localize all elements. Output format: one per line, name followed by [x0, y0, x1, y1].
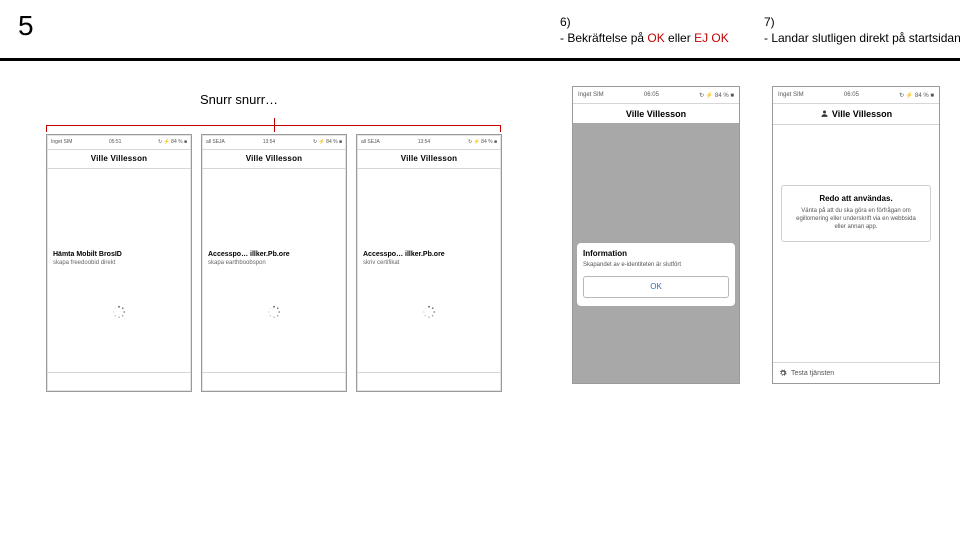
phone-loading-2: all SEJA 13:54 ↻ ⚡ 84 % ■ Ville Villesso… [201, 134, 347, 392]
loading-block: Hämta Mobilt BrosID skapa freedoobid dir… [53, 251, 185, 266]
loading-title: Accesspo… illker.Pb.ore [208, 251, 340, 258]
modal-body: Skapandet av e-identiteten är slutfört [583, 262, 729, 268]
status-bar: all SEJA 13:54 ↻ ⚡ 84 % ■ [357, 135, 501, 150]
loading-title: Hämta Mobilt BrosID [53, 251, 185, 258]
phone-title: Ville Villesson [573, 104, 739, 125]
spinner-icon [422, 305, 436, 319]
spinner-icon [267, 305, 281, 319]
status-bar: Inget SIM 05:51 ↻ ⚡ 84 % ■ [47, 135, 191, 150]
slide: 5 6) - Bekräftelse på OK eller EJ OK 7) … [0, 0, 960, 540]
ready-card: Redo att användas. Vänta på att du ska g… [781, 185, 931, 242]
step7-num: 7) [764, 15, 775, 29]
loading-block: Accesspo… illker.Pb.ore skriv certifikat [363, 251, 495, 266]
phone-step7: Inget SIM 06:05 ↻ ⚡ 84 % ■ Ville Villess… [772, 86, 940, 384]
modal-backdrop: Information Skapandet av e-identiteten ä… [573, 123, 739, 383]
bracket [46, 118, 501, 132]
loading-sub: skapa freedoobid direkt [53, 260, 185, 266]
snurr-label: Snurr snurr… [200, 92, 278, 107]
phone-title: Ville Villesson [773, 104, 939, 125]
step6-mid: eller [665, 31, 694, 45]
step7-text: - Landar slutligen direkt på startsidan [764, 31, 960, 45]
status-bar: Inget SIM 06:05 ↻ ⚡ 84 % ■ [573, 87, 739, 104]
step7-heading: 7) - Landar slutligen direkt på startsid… [764, 14, 960, 46]
phone-title: Ville Villesson [47, 150, 191, 169]
step6-ok: OK [647, 31, 664, 45]
clock: 13:54 [418, 139, 431, 145]
loading-sub: skriv certifikat [363, 260, 495, 266]
carrier: all SEJA [361, 139, 380, 145]
loading-title: Accesspo… illker.Pb.ore [363, 251, 495, 258]
phone-step6: Inget SIM 06:05 ↻ ⚡ 84 % ■ Ville Villess… [572, 86, 740, 384]
battery: ↻ ⚡ 84 % ■ [313, 139, 342, 145]
step6-heading: 6) - Bekräftelse på OK eller EJ OK [560, 14, 760, 46]
phone-footer [357, 372, 501, 391]
step6-text-before: - Bekräftelse på [560, 31, 647, 45]
carrier: Inget SIM [51, 139, 72, 145]
loading-block: Accesspo… illker.Pb.ore skapa earthboobs… [208, 251, 340, 266]
battery: ↻ ⚡ 84 % ■ [899, 92, 934, 99]
phone-title-text: Ville Villesson [832, 109, 892, 119]
phone-footer [202, 372, 346, 391]
step6-num: 6) [560, 15, 571, 29]
status-bar: all SEJA 13:54 ↻ ⚡ 84 % ■ [202, 135, 346, 150]
phone-title: Ville Villesson [202, 150, 346, 169]
battery: ↻ ⚡ 84 % ■ [468, 139, 497, 145]
clock: 06:05 [844, 92, 859, 98]
ok-button[interactable]: OK [583, 276, 729, 298]
phone-loading-3: all SEJA 13:54 ↻ ⚡ 84 % ■ Ville Villesso… [356, 134, 502, 392]
divider [0, 58, 960, 61]
slide-number: 5 [18, 10, 34, 42]
carrier: all SEJA [206, 139, 225, 145]
clock: 06:05 [644, 92, 659, 98]
phone-title: Ville Villesson [357, 150, 501, 169]
user-icon [820, 105, 829, 125]
loading-sub: skapa earthboobspon [208, 260, 340, 266]
footer-label: Testa tjänsten [791, 370, 834, 377]
gear-icon [779, 369, 787, 377]
phone-footer [47, 372, 191, 391]
step6-ejok: EJ OK [694, 31, 729, 45]
info-modal: Information Skapandet av e-identiteten ä… [577, 243, 735, 306]
carrier: Inget SIM [778, 92, 804, 98]
phone-footer[interactable]: Testa tjänsten [773, 362, 939, 383]
phone-loading-1: Inget SIM 05:51 ↻ ⚡ 84 % ■ Ville Villess… [46, 134, 192, 392]
status-bar: Inget SIM 06:05 ↻ ⚡ 84 % ■ [773, 87, 939, 104]
carrier: Inget SIM [578, 92, 604, 98]
ready-title: Redo att användas. [790, 194, 922, 203]
battery: ↻ ⚡ 84 % ■ [699, 92, 734, 99]
clock: 05:51 [109, 139, 122, 145]
ready-body: Vänta på att du ska göra en förfrågan om… [790, 207, 922, 231]
spinner-icon [112, 305, 126, 319]
clock: 13:54 [263, 139, 276, 145]
modal-title: Information [583, 249, 729, 258]
battery: ↻ ⚡ 84 % ■ [158, 139, 187, 145]
